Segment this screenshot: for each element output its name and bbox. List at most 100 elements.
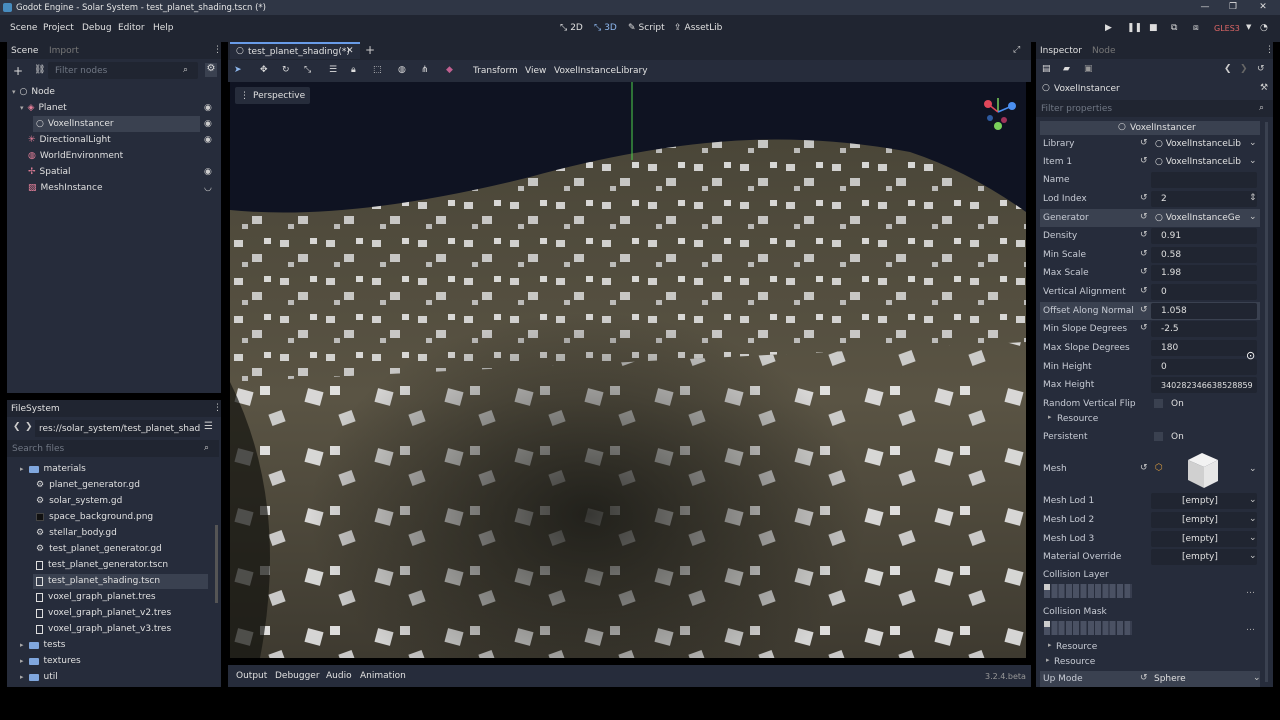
split-view-icon[interactable]: ☰: [204, 421, 213, 432]
prop-mesh-lod-3[interactable]: Mesh Lod 3 [empty] ⌄: [1040, 530, 1260, 548]
play-scene-icon[interactable]: ⧉: [1171, 23, 1177, 33]
select-tool-icon[interactable]: ➤: [234, 65, 242, 75]
mask-bit-grid[interactable]: [1044, 621, 1132, 635]
prop-offset-along-normal[interactable]: Offset Along Normal ↺ 1.058: [1040, 302, 1260, 320]
tab-audio[interactable]: Audio: [326, 671, 352, 681]
fs-folder-util[interactable]: ▸ util: [20, 669, 58, 685]
prop-collision-layer[interactable]: Collision Layer …: [1040, 566, 1260, 602]
voxel-icon[interactable]: ◆: [446, 65, 453, 75]
tab-inspector[interactable]: Inspector: [1040, 46, 1082, 56]
prop-mesh-lod-1[interactable]: Mesh Lod 1 [empty] ⌄: [1040, 492, 1260, 510]
play-custom-icon[interactable]: ⧈: [1193, 23, 1199, 33]
tab-scene[interactable]: Scene: [11, 46, 38, 56]
filter-nodes-field[interactable]: Filter nodes ⌕: [48, 62, 198, 79]
forward-icon[interactable]: ❯: [25, 422, 33, 432]
script-filter-icon[interactable]: ⚙: [205, 63, 217, 77]
subresource-toggle-3[interactable]: ▸ Resource: [1040, 654, 1260, 669]
distraction-free-icon[interactable]: ⤢: [1013, 45, 1020, 55]
new-resource-icon[interactable]: ▤: [1042, 64, 1051, 74]
object-tools-icon[interactable]: ⚒: [1260, 83, 1268, 93]
scrollbar[interactable]: [1265, 122, 1268, 682]
dock-menu-icon[interactable]: ⋮: [1265, 45, 1274, 55]
subresource-toggle-1[interactable]: ▸ Resource: [1040, 410, 1260, 428]
fs-file[interactable]: voxel_graph_planet_v3.tres: [36, 621, 171, 637]
minimize-button[interactable]: —: [1190, 0, 1220, 15]
prop-persistent[interactable]: Persistent On: [1040, 428, 1260, 446]
tab-node[interactable]: Node: [1092, 46, 1116, 56]
prop-mesh[interactable]: Mesh ↺ ⬡ ⌄: [1040, 446, 1260, 492]
play-icon[interactable]: ▶: [1105, 23, 1112, 33]
prop-max-slope[interactable]: Max Slope Degrees 180: [1040, 339, 1260, 357]
maximize-button[interactable]: ❐: [1218, 0, 1248, 15]
tab-animation[interactable]: Animation: [360, 671, 406, 681]
3d-viewport[interactable]: ⋮ Perspective: [230, 82, 1026, 658]
filter-properties-field[interactable]: Filter properties ⌕: [1036, 100, 1273, 117]
menu-debug[interactable]: Debug: [82, 23, 112, 33]
move-tool-icon[interactable]: ✥: [260, 65, 268, 75]
lock-icon[interactable]: 🔒︎: [351, 65, 356, 75]
prop-min-scale[interactable]: Min Scale ↺ 0.58: [1040, 246, 1260, 264]
fs-file[interactable]: ⚙ planet_generator.gd: [36, 477, 140, 493]
fs-file[interactable]: ⚙ test_planet_generator.gd: [36, 541, 162, 557]
fs-file[interactable]: voxel_graph_planet_v2.tres: [36, 605, 171, 621]
perspective-menu[interactable]: ⋮ Perspective: [235, 87, 311, 104]
fs-file[interactable]: space_background.png: [36, 509, 153, 525]
view-menu[interactable]: View: [525, 66, 546, 76]
fs-file[interactable]: voxel_graph_planet.tres: [36, 589, 156, 605]
workspace-3d-button[interactable]: ⤡ 3D: [594, 23, 617, 33]
workspace-2d-button[interactable]: ⤡ 2D: [560, 23, 583, 33]
group-icon[interactable]: ⬚: [373, 65, 382, 75]
voxel-instance-library-menu[interactable]: VoxelInstanceLibrary: [554, 66, 648, 76]
add-tab-icon[interactable]: +: [365, 43, 375, 57]
prop-max-scale[interactable]: Max Scale ↺ 1.98: [1040, 264, 1260, 282]
pause-icon[interactable]: ❚❚: [1127, 23, 1142, 33]
fs-folder-textures[interactable]: ▸ textures: [20, 653, 81, 669]
tab-test-planet-shading[interactable]: ○ test_planet_shading(*) ✕: [230, 42, 360, 59]
prop-min-slope[interactable]: Min Slope Degrees ↺ -2.5: [1040, 320, 1260, 338]
list-select-icon[interactable]: ☰: [329, 65, 337, 75]
fs-file[interactable]: test_planet_generator.tscn: [36, 557, 168, 573]
tab-import[interactable]: Import: [49, 46, 79, 56]
close-window-button[interactable]: ✕: [1248, 0, 1278, 15]
name-field[interactable]: [1151, 172, 1257, 188]
snap-icon[interactable]: ⋔: [421, 65, 429, 75]
prop-min-height[interactable]: Min Height 0: [1040, 358, 1260, 376]
layer-bit-grid[interactable]: [1044, 584, 1132, 598]
prop-material-override[interactable]: Material Override [empty] ⌄: [1040, 548, 1260, 566]
prop-lod-index[interactable]: Lod Index ↺ 2 ⇕: [1040, 190, 1260, 208]
tree-node-meshinstance[interactable]: ▧ MeshInstance: [28, 180, 228, 196]
tab-debugger[interactable]: Debugger: [275, 671, 320, 681]
fs-file-selected[interactable]: test_planet_shading.tscn: [36, 573, 160, 589]
prop-item-1[interactable]: Item 1 ↺ ○ VoxelInstanceLib ⌄: [1040, 153, 1260, 171]
search-files-field[interactable]: Search files ⌕: [7, 440, 219, 457]
prop-collision-mask[interactable]: Collision Mask …: [1040, 603, 1260, 639]
tree-node-root[interactable]: ▾ ○ Node: [12, 84, 212, 100]
close-tab-icon[interactable]: ✕: [346, 46, 354, 56]
menu-project[interactable]: Project: [43, 23, 74, 33]
mask-bit-on[interactable]: [1044, 621, 1050, 627]
stop-icon[interactable]: ■: [1149, 23, 1158, 33]
history-icon[interactable]: ↺: [1257, 64, 1265, 74]
renderer-badge[interactable]: GLES3: [1214, 24, 1240, 33]
filesystem-title[interactable]: FileSystem: [11, 404, 60, 414]
link-icon[interactable]: ⛓: [34, 65, 45, 75]
fs-folder-materials[interactable]: ▸ materials: [20, 461, 86, 477]
visibility-eye-icon[interactable]: ◉: [204, 103, 212, 113]
tree-node-spatial[interactable]: ✢ Spatial: [28, 164, 228, 180]
tab-output[interactable]: Output: [236, 671, 267, 681]
prop-name[interactable]: Name: [1040, 171, 1260, 189]
fs-file[interactable]: ⚙ stellar_body.gd: [36, 525, 117, 541]
prop-max-height[interactable]: Max Height 340282346638528859: [1040, 376, 1260, 394]
menu-help[interactable]: Help: [153, 23, 174, 33]
history-forward-icon[interactable]: ❯: [1240, 64, 1248, 74]
scale-tool-icon[interactable]: ⤡: [304, 65, 311, 75]
rotate-tool-icon[interactable]: ↻: [282, 65, 290, 75]
path-field[interactable]: res://solar_system/test_planet_shading: [35, 420, 200, 437]
tree-node-directionallight[interactable]: ✳ DirectionalLight: [28, 132, 228, 148]
scrollbar[interactable]: [215, 525, 218, 603]
renderer-dropdown-icon[interactable]: ▼: [1246, 23, 1251, 31]
prop-generator[interactable]: Generator ↺ ○ VoxelInstanceGe ⌄: [1040, 209, 1260, 227]
view-gizmo[interactable]: [978, 90, 1024, 136]
save-icon[interactable]: ▣: [1084, 64, 1093, 74]
dock-menu-icon[interactable]: ⋮: [213, 403, 222, 413]
